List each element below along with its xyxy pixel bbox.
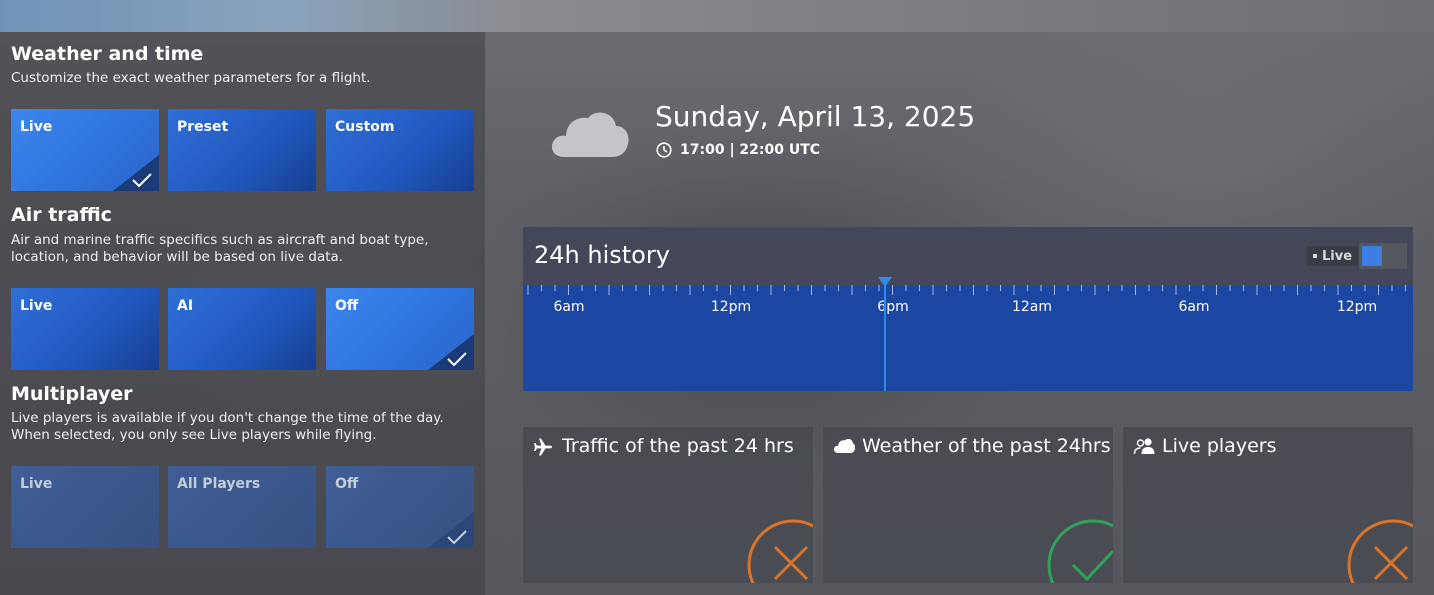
live-toggle-knob bbox=[1362, 246, 1382, 266]
weather-option-live[interactable]: Live bbox=[11, 109, 159, 191]
tick-label: 12pm bbox=[710, 299, 752, 315]
multiplayer-option-live[interactable]: Live bbox=[11, 466, 159, 548]
weather-section-description: Customize the exact weather parameters f… bbox=[11, 70, 371, 86]
tick-label: 6am bbox=[1178, 299, 1210, 315]
option-label: All Players bbox=[177, 476, 261, 492]
history-title: 24h history bbox=[534, 241, 670, 269]
checkmark-icon bbox=[132, 173, 152, 188]
time-cursor-handle[interactable] bbox=[878, 277, 892, 287]
current-time-row: 17:00 | 22:00 UTC bbox=[656, 142, 820, 158]
live-toggle[interactable] bbox=[1359, 243, 1407, 269]
air-traffic-option-live[interactable]: Live bbox=[11, 288, 159, 370]
multiplayer-option-off[interactable]: Off bbox=[326, 466, 474, 548]
airplane-icon bbox=[534, 438, 552, 456]
weather-option-preset[interactable]: Preset bbox=[168, 109, 316, 191]
cloud-icon bbox=[551, 112, 629, 157]
weather-option-custom[interactable]: Custom bbox=[326, 109, 474, 191]
tick-label: 6am bbox=[553, 299, 585, 315]
unavailable-x-icon bbox=[747, 519, 813, 583]
option-label: AI bbox=[177, 298, 194, 314]
multiplayer-section-title: Multiplayer bbox=[11, 383, 133, 405]
tick-label: 6pm bbox=[877, 299, 909, 315]
weather-section-title: Weather and time bbox=[11, 43, 204, 65]
available-check-icon bbox=[1047, 519, 1113, 583]
traffic-history-card[interactable]: Traffic of the past 24 hrs bbox=[523, 427, 813, 583]
players-icon bbox=[1133, 438, 1155, 455]
card-title: Traffic of the past 24 hrs bbox=[562, 435, 794, 457]
tick-label: 12pm bbox=[1336, 299, 1378, 315]
option-label: Off bbox=[335, 476, 359, 492]
cloud-icon bbox=[834, 438, 855, 453]
current-time: 17:00 | 22:00 UTC bbox=[680, 142, 821, 158]
clock-icon bbox=[656, 142, 672, 158]
live-players-card[interactable]: Live players bbox=[1123, 427, 1413, 583]
history-header: 24h history Live bbox=[523, 227, 1413, 285]
card-title: Weather of the past 24hrs bbox=[862, 435, 1111, 457]
history-timeline[interactable]: 24h history Live 6am 12pm 6pm 12am 6am 1… bbox=[523, 227, 1413, 391]
time-cursor-line[interactable] bbox=[884, 283, 886, 391]
card-title: Live players bbox=[1162, 435, 1277, 457]
option-label: Live bbox=[20, 476, 53, 492]
top-bar bbox=[0, 0, 1434, 32]
checkmark-icon bbox=[447, 352, 467, 367]
option-label: Off bbox=[335, 298, 359, 314]
air-traffic-option-off[interactable]: Off bbox=[326, 288, 474, 370]
option-label: Preset bbox=[177, 119, 229, 135]
multiplayer-section-description: Live players is available if you don't c… bbox=[11, 410, 444, 443]
air-traffic-section-description: Air and marine traffic specifics such as… bbox=[11, 232, 429, 265]
live-badge-label: Live bbox=[1322, 248, 1353, 264]
live-badge: Live bbox=[1307, 246, 1359, 266]
multiplayer-option-all-players[interactable]: All Players bbox=[168, 466, 316, 548]
option-label: Live bbox=[20, 119, 53, 135]
air-traffic-section-title: Air traffic bbox=[11, 204, 112, 226]
timeline-ticks bbox=[527, 285, 1406, 295]
air-traffic-option-ai[interactable]: AI bbox=[168, 288, 316, 370]
option-label: Live bbox=[20, 298, 53, 314]
tick-label: 12am bbox=[1011, 299, 1053, 315]
weather-history-card[interactable]: Weather of the past 24hrs bbox=[823, 427, 1113, 583]
current-date: Sunday, April 13, 2025 bbox=[655, 100, 976, 133]
option-label: Custom bbox=[335, 119, 395, 135]
checkmark-icon bbox=[447, 530, 467, 545]
unavailable-x-icon bbox=[1347, 519, 1413, 583]
